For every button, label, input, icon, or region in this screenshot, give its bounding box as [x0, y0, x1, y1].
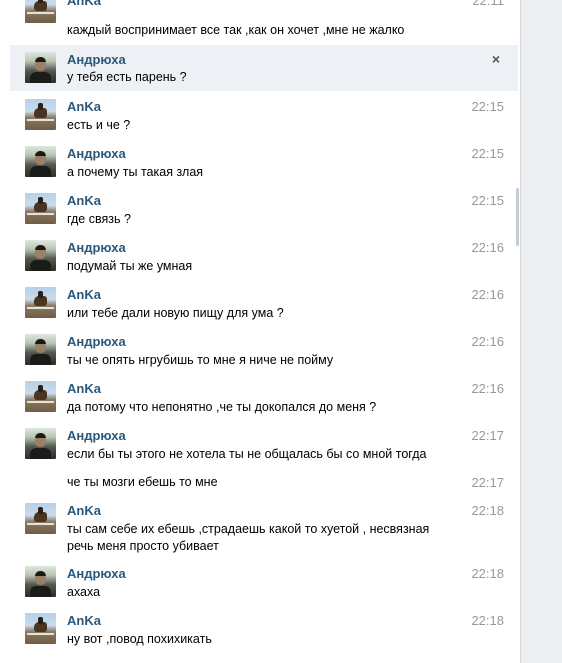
scrollbar-thumb[interactable] — [516, 188, 519, 246]
message-time: 22:16 — [471, 334, 504, 349]
message-time: 22:18 — [471, 613, 504, 628]
sender-name[interactable]: AnKa — [67, 503, 101, 518]
sender-name[interactable]: Андрюха — [67, 566, 126, 581]
avatar-andryuha[interactable] — [25, 52, 56, 83]
message-row[interactable]: AnKa 22:16 или тебе дали новую пищу для … — [10, 280, 518, 326]
message-text: каждый воспринимает все так ,как он хоче… — [67, 23, 405, 37]
message-row[interactable]: AnKa 22:18 ты сам себе их ебешь ,страдае… — [10, 496, 518, 558]
message-text: подумай ты же умная — [67, 259, 193, 273]
sender-name[interactable]: Андрюха — [67, 52, 126, 67]
message-time: 22:16 — [471, 287, 504, 302]
message-text: да потому что непонятно ,че ты докопался… — [67, 400, 377, 414]
message-time: 22:17 — [471, 475, 504, 490]
message-row-hover[interactable]: Андрюха × у тебя есть парень ? — [10, 45, 518, 91]
message-row[interactable]: Андрюха 22:16 ты че опять нгрубишь то мн… — [10, 327, 518, 373]
message-row[interactable]: Андрюха 22:17 если бы ты этого не хотела… — [10, 421, 518, 467]
avatar-andryuha[interactable] — [25, 428, 56, 459]
avatar-anka[interactable] — [25, 613, 56, 644]
message-row[interactable]: AnKa 22:18 ну вот ,повод похихикать — [10, 606, 518, 652]
avatar-anka[interactable] — [25, 193, 56, 224]
message-row[interactable]: Андрюха 22:15 а почему ты такая злая — [10, 139, 518, 185]
message-text: ну вот ,повод похихикать — [67, 632, 212, 646]
message-time: 22:16 — [471, 381, 504, 396]
message-row-continuation[interactable]: 22:17 че ты мозги ебешь то мне — [10, 468, 518, 496]
avatar-anka[interactable] — [25, 287, 56, 318]
message-text: ты сам себе их ебешь ,страдаешь какой то… — [67, 522, 430, 553]
sender-name[interactable]: AnKa — [67, 0, 101, 8]
message-row[interactable]: Андрюха 22:18 ахаха — [10, 559, 518, 605]
sender-name[interactable]: Андрюха — [67, 146, 126, 161]
sender-name[interactable]: Андрюха — [67, 428, 126, 443]
message-time: 22:16 — [471, 240, 504, 255]
message-text: ахаха — [67, 585, 101, 599]
sender-name[interactable]: Андрюха — [67, 240, 126, 255]
sender-name[interactable]: AnKa — [67, 99, 101, 114]
avatar-anka[interactable] — [25, 99, 56, 130]
close-icon[interactable]: × — [492, 51, 500, 67]
message-text: если бы ты этого не хотела ты не общалас… — [67, 447, 427, 461]
chat-history: AnKa 22:11 каждый воспринимает все так ,… — [0, 0, 520, 663]
sender-name[interactable]: AnKa — [67, 287, 101, 302]
message-row[interactable]: AnKa 22:16 да потому что непонятно ,че т… — [10, 374, 518, 420]
message-time: 22:18 — [471, 566, 504, 581]
message-time: 22:15 — [471, 99, 504, 114]
sender-name[interactable]: Андрюха — [67, 334, 126, 349]
message-time: 22:17 — [471, 428, 504, 443]
avatar-andryuha[interactable] — [25, 334, 56, 365]
avatar-anka[interactable] — [25, 381, 56, 412]
message-time: 22:15 — [471, 146, 504, 161]
sender-name[interactable]: AnKa — [67, 613, 101, 628]
avatar-anka[interactable] — [25, 503, 56, 534]
message-time: 22:15 — [471, 193, 504, 208]
message-text: ты че опять нгрубишь то мне я ниче не по… — [67, 353, 334, 367]
message-text: или тебе дали новую пищу для ума ? — [67, 306, 284, 320]
sender-name[interactable]: AnKa — [67, 381, 101, 396]
avatar-andryuha[interactable] — [25, 240, 56, 271]
message-text: где связь ? — [67, 212, 131, 226]
avatar-andryuha[interactable] — [25, 566, 56, 597]
message-time: 22:18 — [471, 503, 504, 518]
message-row[interactable]: AnKa 22:11 каждый воспринимает все так ,… — [10, 0, 518, 37]
message-row[interactable]: AnKa 22:15 есть и че ? — [10, 92, 518, 138]
message-text: у тебя есть парень ? — [67, 70, 187, 84]
sender-name[interactable]: AnKa — [67, 193, 101, 208]
message-text: есть и че ? — [67, 118, 131, 132]
avatar-andryuha[interactable] — [25, 146, 56, 177]
message-row[interactable]: AnKa 22:15 где связь ? — [10, 186, 518, 232]
right-panel — [521, 0, 562, 663]
message-text: а почему ты такая злая — [67, 165, 204, 179]
message-time: 22:11 — [472, 0, 504, 8]
message-text: че ты мозги ебешь то мне — [67, 475, 218, 489]
message-row[interactable]: Андрюха 22:16 подумай ты же умная — [10, 233, 518, 279]
avatar-anka[interactable] — [25, 0, 56, 23]
